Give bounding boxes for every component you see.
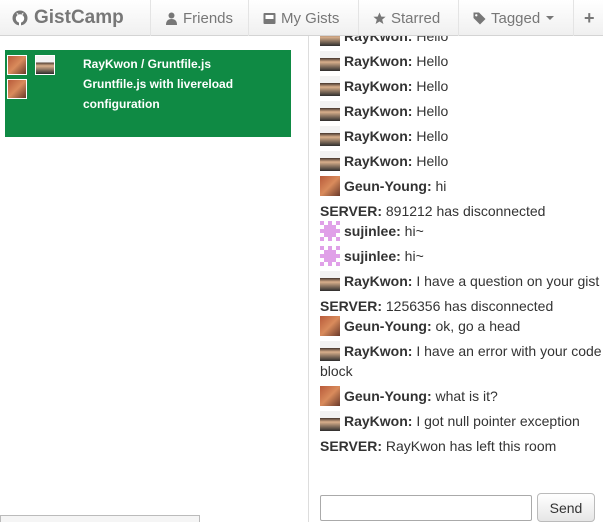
nav-friends[interactable]: Friends: [150, 0, 248, 36]
github-octocat-icon: [12, 10, 28, 26]
message-author: SERVER:: [320, 203, 382, 219]
message-text: Hello: [412, 53, 449, 69]
message-author: Geun-Young:: [344, 178, 432, 194]
send-button[interactable]: Send: [537, 493, 595, 522]
message-text: hi: [431, 178, 447, 194]
chat-message: RayKwon: Hello: [320, 76, 603, 96]
avatar-raykwon: [320, 101, 340, 121]
inbox-icon: [263, 12, 276, 24]
chat-message: sujinlee: hi~: [320, 221, 603, 241]
message-text: I got null pointer exception: [412, 413, 580, 429]
gist-card[interactable]: RayKwon / Gruntfile.js Gruntfile.js with…: [5, 50, 291, 137]
user-icon: [166, 12, 177, 25]
avatar-raykwon: [320, 271, 340, 291]
message-author: SERVER:: [320, 438, 382, 454]
nav-my-gists[interactable]: My Gists: [248, 0, 358, 36]
brand-link[interactable]: GistCamp: [12, 0, 124, 36]
chat-message: RayKwon: I have an error with your code …: [320, 341, 603, 381]
avatar-raykwon: [320, 341, 340, 361]
message-text: 891212 has disconnected: [381, 203, 546, 219]
nav-tagged-label: Tagged: [491, 9, 541, 27]
chevron-down-icon: [546, 16, 555, 20]
message-text: Hello: [412, 36, 449, 44]
avatar-raykwon: [35, 55, 55, 75]
message-author: RayKwon:: [344, 128, 413, 144]
nav-starred[interactable]: Starred: [358, 0, 458, 36]
brand-name: GistCamp: [34, 7, 124, 28]
message-text: 1256356 has disconnected: [381, 298, 554, 314]
message-author: sujinlee:: [344, 223, 401, 239]
message-author: RayKwon:: [344, 36, 413, 44]
chat-log[interactable]: RayKwon: Hello RayKwon: Hello RayKwon: Hel…: [320, 36, 603, 486]
message-author: RayKwon:: [344, 273, 413, 289]
message-author: SERVER:: [320, 298, 382, 314]
avatar-sujinlee: [320, 246, 340, 266]
message-text: hi~: [400, 248, 424, 264]
chat-message: sujinlee: hi~: [320, 246, 603, 266]
tag-icon: [473, 12, 486, 24]
avatar-geun-young: [320, 386, 340, 406]
message-text: hi~: [400, 223, 424, 239]
message-text: Hello: [412, 78, 449, 94]
chat-message: RayKwon: Hello: [320, 126, 603, 146]
panel-divider: [308, 36, 309, 522]
chat-message-input[interactable]: [320, 495, 532, 521]
server-message: SERVER: 1256356 has disconnected: [320, 296, 603, 316]
navbar: GistCamp Friends My Gists Starred Tagged…: [0, 0, 603, 36]
message-author: RayKwon:: [344, 343, 413, 359]
gist-description: Gruntfile.js with livereload configurati…: [83, 77, 234, 111]
chat-message: RayKwon: I got null pointer exception: [320, 411, 603, 431]
avatar-sujinlee: [320, 221, 340, 241]
avatar-raykwon: [320, 151, 340, 171]
gist-title[interactable]: RayKwon / Gruntfile.js: [83, 54, 283, 74]
avatar-raykwon: [320, 411, 340, 431]
message-text: Hello: [412, 128, 449, 144]
nav-my-gists-label: My Gists: [281, 9, 340, 27]
avatar-raykwon: [320, 76, 340, 96]
message-author: Geun-Young:: [344, 318, 432, 334]
bottom-scroll-bar[interactable]: [0, 515, 200, 522]
avatar-geun-young: [7, 55, 27, 75]
nav-friends-label: Friends: [183, 9, 234, 27]
avatar-raykwon: [320, 36, 340, 46]
avatar-geun-young: [320, 176, 340, 196]
server-message: SERVER: 891212 has disconnected: [320, 201, 603, 221]
message-author: RayKwon:: [344, 413, 413, 429]
plus-icon: +: [584, 7, 595, 28]
message-author: RayKwon:: [344, 103, 413, 119]
add-button[interactable]: +: [573, 0, 603, 36]
message-text: what is it?: [431, 388, 498, 404]
star-icon: [373, 12, 386, 24]
chat-message: RayKwon: Hello: [320, 36, 603, 46]
avatar-raykwon: [320, 126, 340, 146]
message-author: Geun-Young:: [344, 388, 432, 404]
message-author: sujinlee:: [344, 248, 401, 264]
avatar-geun-young: [7, 79, 27, 99]
gist-info: RayKwon / Gruntfile.js Gruntfile.js with…: [83, 54, 283, 114]
avatar-raykwon: [320, 51, 340, 71]
chat-message: Geun-Young: what is it?: [320, 386, 603, 406]
message-text: Hello: [412, 153, 449, 169]
chat-message: RayKwon: Hello: [320, 51, 603, 71]
server-message: SERVER: RayKwon has left this room: [320, 436, 603, 456]
message-text: I have a question on your gist: [412, 273, 600, 289]
message-text: ok, go a head: [431, 318, 521, 334]
avatar-geun-young: [320, 316, 340, 336]
chat-message: RayKwon: I have a question on your gist: [320, 271, 603, 291]
chat-message: RayKwon: Hello: [320, 101, 603, 121]
message-author: RayKwon:: [344, 53, 413, 69]
chat-message: RayKwon: Hello: [320, 151, 603, 171]
nav-starred-label: Starred: [391, 9, 441, 27]
message-text: RayKwon has left this room: [381, 438, 557, 454]
chat-message: Geun-Young: ok, go a head: [320, 316, 603, 336]
nav-tagged-dropdown[interactable]: Tagged: [458, 0, 573, 36]
message-author: RayKwon:: [344, 153, 413, 169]
message-text: Hello: [412, 103, 449, 119]
message-author: RayKwon:: [344, 78, 413, 94]
chat-message: Geun-Young: hi: [320, 176, 603, 196]
